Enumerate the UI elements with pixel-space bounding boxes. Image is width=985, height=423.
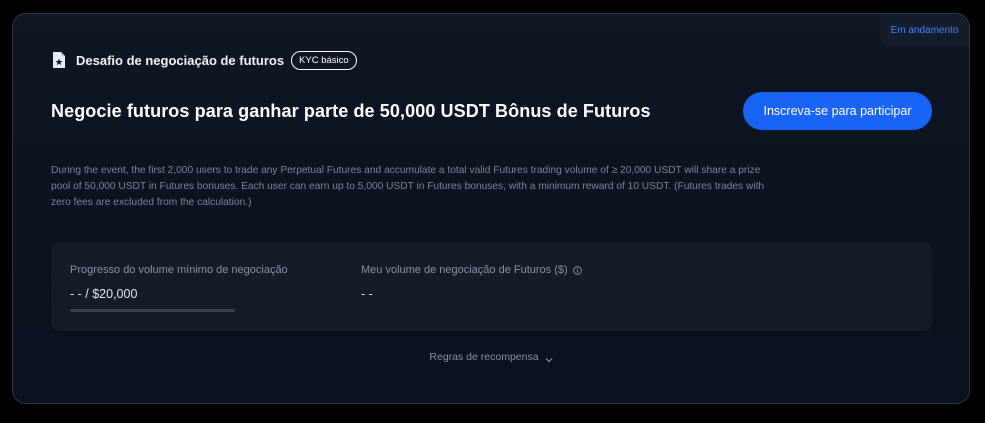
- reward-rules-link[interactable]: Regras de recompensa: [13, 351, 969, 363]
- my-volume-value: - -: [361, 287, 373, 301]
- my-volume-label: Meu volume de negociação de Futuros ($): [361, 264, 568, 276]
- page-title: Negocie futuros para ganhar parte de 50,…: [51, 101, 651, 121]
- status-label: Em andamento: [890, 24, 959, 36]
- document-star-icon: [52, 51, 66, 69]
- status-badge: Em andamento: [880, 14, 969, 46]
- min-volume-value: - - / $20,000: [70, 287, 138, 301]
- challenge-title: Desafio de negociação de futuros: [76, 52, 285, 68]
- progress-panel: Progresso do volume mínimo de negociação…: [51, 242, 932, 331]
- chevron-down-icon: [545, 354, 553, 363]
- reward-rules-label: Regras de recompensa: [429, 351, 539, 363]
- info-icon[interactable]: [572, 265, 582, 275]
- volume-progress-bar: [70, 309, 235, 312]
- kyc-badge: KYC básico: [291, 50, 357, 70]
- min-volume-label: Progresso do volume mínimo de negociação: [70, 264, 288, 276]
- challenge-card: Em andamento Desafio de negociação de fu…: [12, 13, 970, 404]
- join-button-label: Inscreva-se para participar: [763, 104, 912, 118]
- event-description: During the event, the first 2,000 users …: [51, 165, 765, 208]
- challenge-header: Desafio de negociação de futuros KYC bás…: [52, 50, 357, 70]
- my-volume-label-row: Meu volume de negociação de Futuros ($): [361, 264, 582, 276]
- join-button[interactable]: Inscreva-se para participar: [743, 92, 932, 130]
